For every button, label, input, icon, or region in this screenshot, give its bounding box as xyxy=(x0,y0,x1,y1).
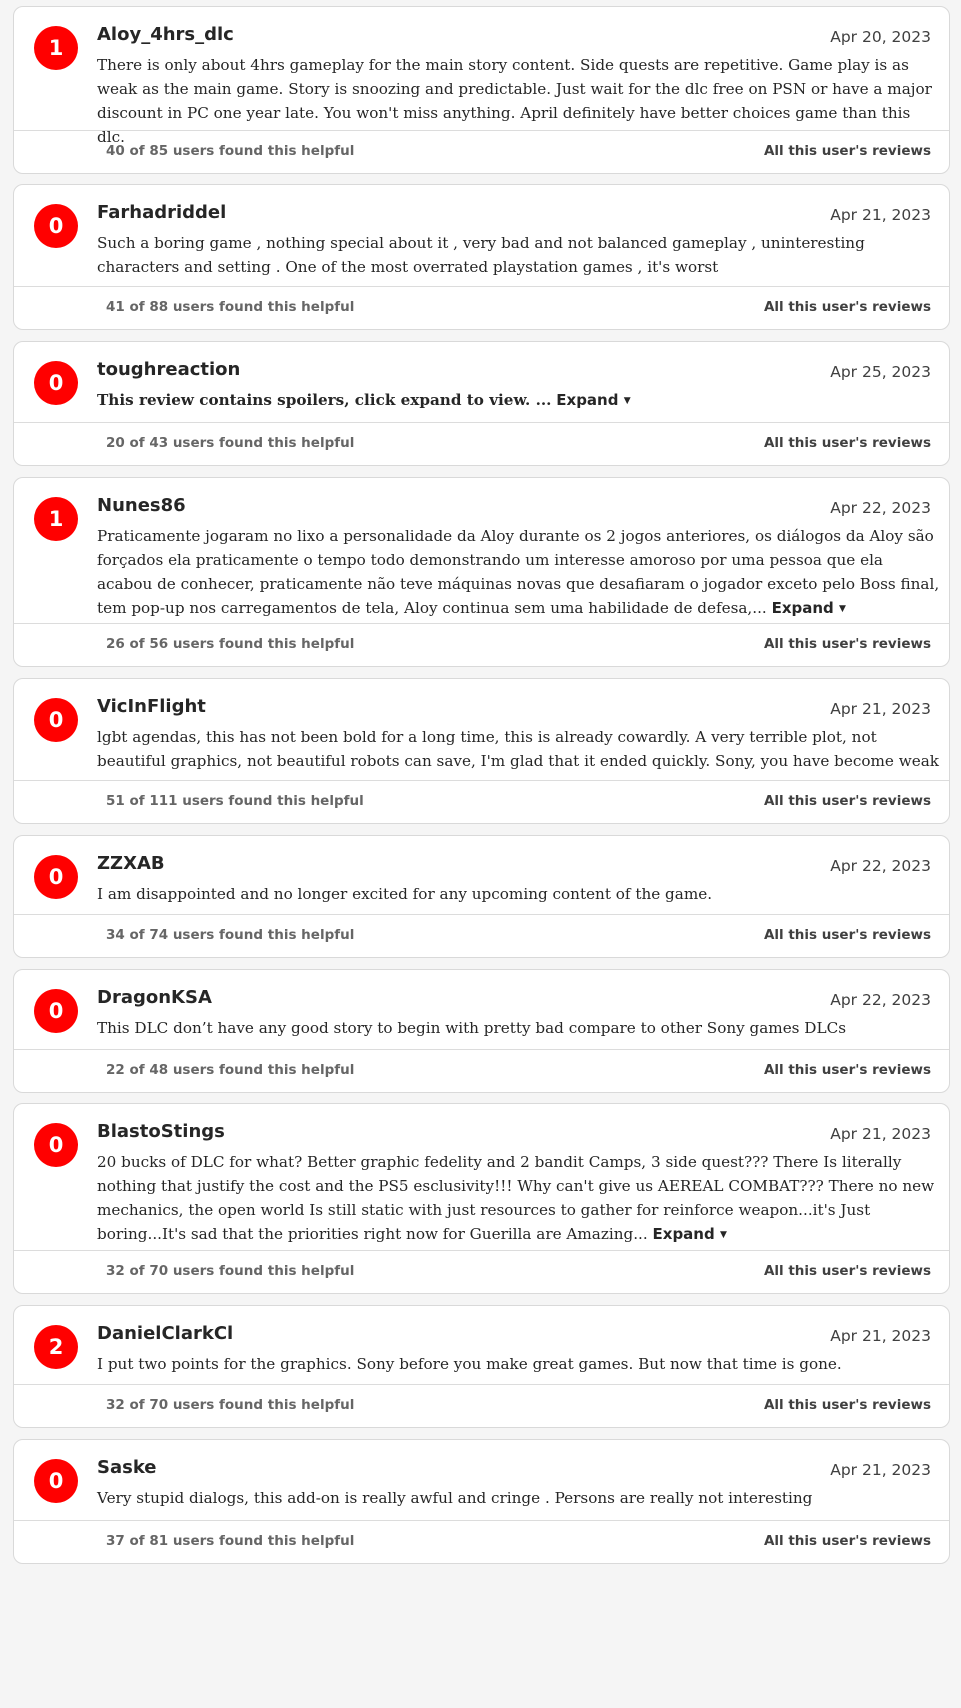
reviewer-name[interactable]: Aloy_4hrs_dlc xyxy=(97,24,234,46)
all-user-reviews-link[interactable]: All this user's reviews xyxy=(764,298,931,316)
score-badge: 0 xyxy=(34,989,78,1033)
reviewer-name[interactable]: Nunes86 xyxy=(97,495,186,517)
caret-down-icon: ▼ xyxy=(719,1230,727,1240)
reviewer-name[interactable]: VicInFlight xyxy=(97,696,206,718)
review-body: 20 bucks of DLC for what? Better graphic… xyxy=(97,1150,942,1247)
helpful-count: 20 of 43 users found this helpful xyxy=(106,435,355,451)
reviewer-name[interactable]: Saske xyxy=(97,1457,157,1479)
reviewer-name[interactable]: toughreaction xyxy=(97,359,240,381)
review-card: 2 DanielClarkCl Apr 21, 2023 I put two poin… xyxy=(13,1305,950,1428)
all-user-reviews-link[interactable]: All this user's reviews xyxy=(764,635,931,653)
review-footer: 40 of 85 users found this helpful All thi… xyxy=(14,130,949,173)
review-card: 0 BlastoStings Apr 21, 2023 20 bucks of DLC… xyxy=(13,1103,950,1294)
review-body: This DLC don’t have any good story to be… xyxy=(97,1016,942,1040)
expand-label: Expand xyxy=(652,1225,715,1243)
review-card: 0 ZZXAB Apr 22, 2023 I am disappointed and … xyxy=(13,835,950,958)
helpful-count: 51 of 111 users found this helpful xyxy=(106,793,364,809)
score-badge: 2 xyxy=(34,1325,78,1369)
review-footer: 34 of 74 users found this helpful All thi… xyxy=(14,914,949,957)
expand-button[interactable]: Expand ▼ xyxy=(556,391,630,409)
reviewer-name[interactable]: BlastoStings xyxy=(97,1121,225,1143)
review-card: 1 Aloy_4hrs_dlc Apr 20, 2023 There is only … xyxy=(13,6,950,174)
review-date: Apr 20, 2023 xyxy=(830,28,931,46)
review-date: Apr 21, 2023 xyxy=(830,206,931,224)
review-body: lgbt agendas, this has not been bold for… xyxy=(97,725,942,773)
review-body: I am disappointed and no longer excited … xyxy=(97,882,942,906)
review-text: I put two points for the graphics. Sony … xyxy=(97,1355,842,1373)
review-text: This review contains spoilers, click exp… xyxy=(97,391,552,409)
review-body: I put two points for the graphics. Sony … xyxy=(97,1352,942,1376)
score-badge: 0 xyxy=(34,855,78,899)
review-card: 0 Farhadriddel Apr 21, 2023 Such a boring g… xyxy=(13,184,950,330)
reviewer-name[interactable]: DanielClarkCl xyxy=(97,1323,233,1345)
review-footer: 32 of 70 users found this helpful All thi… xyxy=(14,1384,949,1427)
helpful-count: 37 of 81 users found this helpful xyxy=(106,1533,355,1549)
expand-label: Expand xyxy=(771,599,834,617)
all-user-reviews-link[interactable]: All this user's reviews xyxy=(764,926,931,944)
reviewer-name[interactable]: ZZXAB xyxy=(97,853,165,875)
helpful-count: 34 of 74 users found this helpful xyxy=(106,927,355,943)
score-badge: 1 xyxy=(34,497,78,541)
all-user-reviews-link[interactable]: All this user's reviews xyxy=(764,142,931,160)
reviewer-name[interactable]: DragonKSA xyxy=(97,987,212,1009)
all-user-reviews-link[interactable]: All this user's reviews xyxy=(764,1396,931,1414)
review-card: 0 toughreaction Apr 25, 2023 This review co… xyxy=(13,341,950,466)
score-badge: 1 xyxy=(34,26,78,70)
review-footer: 41 of 88 users found this helpful All thi… xyxy=(14,286,949,329)
review-date: Apr 21, 2023 xyxy=(830,1461,931,1479)
review-footer: 22 of 48 users found this helpful All thi… xyxy=(14,1049,949,1092)
review-card: 0 DragonKSA Apr 22, 2023 This DLC don’t hav… xyxy=(13,969,950,1093)
review-body: This review contains spoilers, click exp… xyxy=(97,388,942,413)
review-card: 1 Nunes86 Apr 22, 2023 Praticamente jogaram… xyxy=(13,477,950,667)
review-date: Apr 21, 2023 xyxy=(830,1125,931,1143)
review-date: Apr 22, 2023 xyxy=(830,499,931,517)
score-badge: 0 xyxy=(34,1459,78,1503)
helpful-count: 26 of 56 users found this helpful xyxy=(106,636,355,652)
review-date: Apr 22, 2023 xyxy=(830,857,931,875)
all-user-reviews-link[interactable]: All this user's reviews xyxy=(764,434,931,452)
review-text: I am disappointed and no longer excited … xyxy=(97,885,713,903)
review-footer: 20 of 43 users found this helpful All thi… xyxy=(14,422,949,465)
helpful-count: 22 of 48 users found this helpful xyxy=(106,1062,355,1078)
all-user-reviews-link[interactable]: All this user's reviews xyxy=(764,792,931,810)
all-user-reviews-link[interactable]: All this user's reviews xyxy=(764,1262,931,1280)
review-date: Apr 22, 2023 xyxy=(830,991,931,1009)
all-user-reviews-link[interactable]: All this user's reviews xyxy=(764,1061,931,1079)
score-badge: 0 xyxy=(34,361,78,405)
caret-down-icon: ▼ xyxy=(839,604,846,614)
expand-button[interactable]: Expand ▼ xyxy=(772,599,846,617)
review-body: Such a boring game , nothing special abo… xyxy=(97,231,942,279)
expand-button[interactable]: Expand ▼ xyxy=(653,1225,727,1243)
helpful-count: 32 of 70 users found this helpful xyxy=(106,1263,355,1279)
helpful-count: 32 of 70 users found this helpful xyxy=(106,1397,355,1413)
review-text: This DLC don’t have any good story to be… xyxy=(97,1019,846,1037)
review-text: lgbt agendas, this has not been bold for… xyxy=(97,728,939,770)
review-footer: 51 of 111 users found this helpful All th… xyxy=(14,780,949,823)
review-text: 20 bucks of DLC for what? Better graphic… xyxy=(97,1153,935,1243)
review-footer: 32 of 70 users found this helpful All thi… xyxy=(14,1250,949,1293)
review-date: Apr 21, 2023 xyxy=(830,1327,931,1345)
all-user-reviews-link[interactable]: All this user's reviews xyxy=(764,1532,931,1550)
review-footer: 26 of 56 users found this helpful All thi… xyxy=(14,623,949,666)
review-body: Very stupid dialogs, this add-on is real… xyxy=(97,1486,942,1510)
score-badge: 0 xyxy=(34,1123,78,1167)
review-footer: 37 of 81 users found this helpful All thi… xyxy=(14,1520,949,1563)
expand-label: Expand xyxy=(556,391,619,409)
review-body: Praticamente jogaram no lixo a personali… xyxy=(97,524,942,621)
review-date: Apr 25, 2023 xyxy=(830,363,931,381)
review-text: Very stupid dialogs, this add-on is real… xyxy=(97,1489,813,1507)
score-badge: 0 xyxy=(34,204,78,248)
review-card: 0 VicInFlight Apr 21, 2023 lgbt agendas, th… xyxy=(13,678,950,824)
helpful-count: 40 of 85 users found this helpful xyxy=(106,143,355,159)
review-date: Apr 21, 2023 xyxy=(830,700,931,718)
review-text: Such a boring game , nothing special abo… xyxy=(97,234,865,276)
review-card: 0 Saske Apr 21, 2023 Very stupid dialogs, t… xyxy=(13,1439,950,1564)
helpful-count: 41 of 88 users found this helpful xyxy=(106,299,355,315)
reviewer-name[interactable]: Farhadriddel xyxy=(97,202,226,224)
caret-down-icon: ▼ xyxy=(623,396,631,406)
score-badge: 0 xyxy=(34,698,78,742)
